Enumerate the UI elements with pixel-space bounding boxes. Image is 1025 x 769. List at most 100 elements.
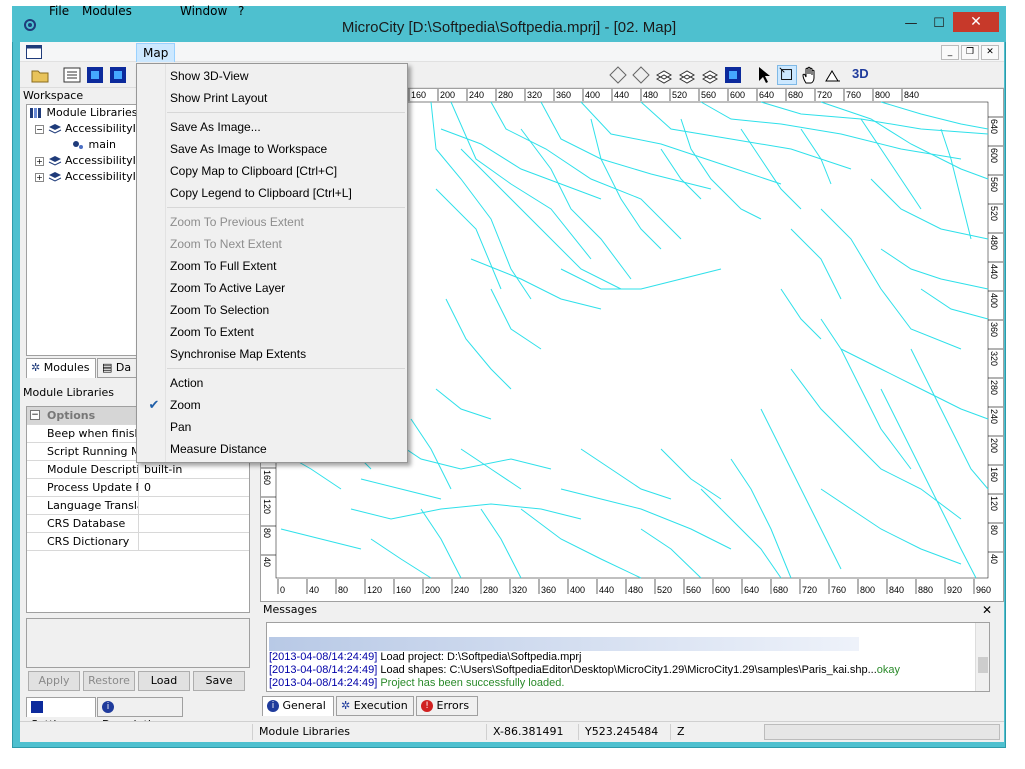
- ruler-bottom-label: 600: [715, 585, 730, 595]
- info-icon: i: [102, 701, 114, 713]
- expand-icon[interactable]: +: [35, 157, 44, 166]
- mdi-restore-button[interactable]: ❐: [961, 45, 979, 60]
- ruler-bottom-label: 840: [889, 585, 904, 595]
- menu-help[interactable]: ?: [232, 2, 250, 20]
- menu-map[interactable]: Map: [136, 43, 176, 63]
- window-icon[interactable]: [108, 65, 128, 85]
- ruler-bottom-label: 280: [483, 585, 498, 595]
- prop-row[interactable]: Module Descriptionbuilt-in: [27, 461, 249, 479]
- minimize-button[interactable]: —: [897, 13, 925, 35]
- ruler-bottom-label: 240: [454, 585, 469, 595]
- app-gear-icon[interactable]: [22, 17, 38, 33]
- restore-button[interactable]: Restore: [83, 671, 135, 691]
- ruler-bottom-label: 0: [280, 585, 285, 595]
- ruler-bottom-label: 40: [309, 585, 319, 595]
- tab-errors[interactable]: ! Errors: [416, 696, 478, 716]
- menu-pan-tool[interactable]: Pan: [137, 416, 407, 438]
- prop-row[interactable]: CRS Dictionary: [27, 533, 249, 551]
- title-bar[interactable]: MicroCity [D:\Softpedia\Softpedia.mprj] …: [12, 6, 1006, 42]
- tab-execution[interactable]: ✲ Execution: [336, 696, 414, 716]
- pan-icon[interactable]: [800, 65, 820, 85]
- ruler-top-label: 480: [643, 90, 658, 100]
- diamond2-icon[interactable]: [631, 65, 651, 85]
- menu-copy-legend[interactable]: Copy Legend to Clipboard [Ctrl+L]: [137, 182, 407, 204]
- messages-close-button[interactable]: ✕: [980, 603, 994, 617]
- tab-general[interactable]: i General: [262, 696, 334, 716]
- diamond-icon[interactable]: [608, 65, 628, 85]
- map-icon[interactable]: [723, 65, 743, 85]
- menu-save-as-image[interactable]: Save As Image...: [137, 116, 407, 138]
- tab-settings[interactable]: Settings: [26, 697, 96, 731]
- open-icon[interactable]: [30, 65, 50, 85]
- status-module: Module Libraries: [252, 724, 484, 740]
- mdi-window-icon[interactable]: [26, 45, 42, 59]
- messages-title: Messages: [260, 602, 960, 618]
- arrow-icon[interactable]: [754, 65, 774, 85]
- menu-zoom-next[interactable]: Zoom To Next Extent: [137, 233, 407, 255]
- menu-zoom-active-layer[interactable]: Zoom To Active Layer: [137, 277, 407, 299]
- layers2-icon[interactable]: [677, 65, 697, 85]
- ruler-bottom-label: 800: [860, 585, 875, 595]
- ruler-left-label: 80: [262, 528, 272, 538]
- menu-separator: [167, 112, 405, 113]
- ruler-right-label: 640: [989, 119, 999, 134]
- prop-row[interactable]: CRS Database: [27, 515, 249, 533]
- maximize-button[interactable]: ☐: [925, 13, 953, 35]
- tab-data[interactable]: ▤ Da: [97, 358, 139, 378]
- menu-show-print-layout[interactable]: Show Print Layout: [137, 87, 407, 109]
- ruler-right-label: 280: [989, 380, 999, 395]
- ruler-right-label: 320: [989, 351, 999, 366]
- ruler-top-label: 840: [904, 90, 919, 100]
- scrollbar-thumb[interactable]: [978, 657, 988, 673]
- modules-tab-icon: ✲: [31, 361, 41, 374]
- ruler-bottom-label: 200: [425, 585, 440, 595]
- mdi-close-button[interactable]: ✕: [981, 45, 999, 60]
- status-z-coord: Z: [670, 724, 760, 740]
- progress-banner: [269, 637, 859, 651]
- menu-copy-map[interactable]: Copy Map to Clipboard [Ctrl+C]: [137, 160, 407, 182]
- 3d-icon[interactable]: 3D: [852, 66, 874, 84]
- menu-modules[interactable]: Modules: [76, 2, 138, 20]
- menu-save-image-workspace[interactable]: Save As Image to Workspace: [137, 138, 407, 160]
- ruler-top-label: 680: [788, 90, 803, 100]
- ruler-top-label: 760: [846, 90, 861, 100]
- close-button[interactable]: ✕: [953, 12, 999, 32]
- zoom-icon[interactable]: [777, 65, 797, 85]
- menu-show-3d-view[interactable]: Show 3D-View: [137, 65, 407, 87]
- menu-synchronise-extents[interactable]: Synchronise Map Extents: [137, 343, 407, 365]
- menu-measure-distance[interactable]: Measure Distance: [137, 438, 407, 460]
- save-button[interactable]: Save: [193, 671, 245, 691]
- mdi-minimize-button[interactable]: _: [941, 45, 959, 60]
- ruler-right-label: 440: [989, 264, 999, 279]
- ruler-right-label: 80: [989, 525, 999, 535]
- workspace-icon[interactable]: [62, 65, 82, 85]
- prop-row[interactable]: Language Translati: [27, 497, 249, 515]
- ruler-top-label: 600: [730, 90, 745, 100]
- layers3-icon[interactable]: [700, 65, 720, 85]
- ruler-bottom-label: 720: [802, 585, 817, 595]
- menu-zoom-extent[interactable]: Zoom To Extent: [137, 321, 407, 343]
- messages-scrollbar[interactable]: [975, 623, 989, 691]
- prop-row[interactable]: Process Update Fre0: [27, 479, 249, 497]
- expand-icon[interactable]: +: [35, 173, 44, 182]
- ruler-bottom-label: 440: [599, 585, 614, 595]
- menu-window[interactable]: Window: [174, 2, 233, 20]
- load-button[interactable]: Load: [138, 671, 190, 691]
- menu-zoom-tool[interactable]: ✔ Zoom: [137, 394, 407, 416]
- collapse-icon[interactable]: −: [35, 125, 44, 134]
- group-collapse-icon[interactable]: −: [30, 410, 40, 420]
- menu-zoom-selection[interactable]: Zoom To Selection: [137, 299, 407, 321]
- tab-description[interactable]: i Description: [97, 697, 183, 731]
- measure-icon[interactable]: [823, 65, 843, 85]
- ruler-bottom-label: 760: [831, 585, 846, 595]
- settings-icon[interactable]: [85, 65, 105, 85]
- layers-icon[interactable]: [654, 65, 674, 85]
- menu-zoom-previous[interactable]: Zoom To Previous Extent: [137, 211, 407, 233]
- ruler-top-label: 240: [469, 90, 484, 100]
- menu-file[interactable]: File: [43, 2, 75, 20]
- menu-action[interactable]: Action: [137, 372, 407, 394]
- settings-tab-icon: [31, 701, 43, 713]
- tab-modules[interactable]: ✲ Modules: [26, 358, 96, 378]
- menu-zoom-full[interactable]: Zoom To Full Extent: [137, 255, 407, 277]
- apply-button[interactable]: Apply: [28, 671, 80, 691]
